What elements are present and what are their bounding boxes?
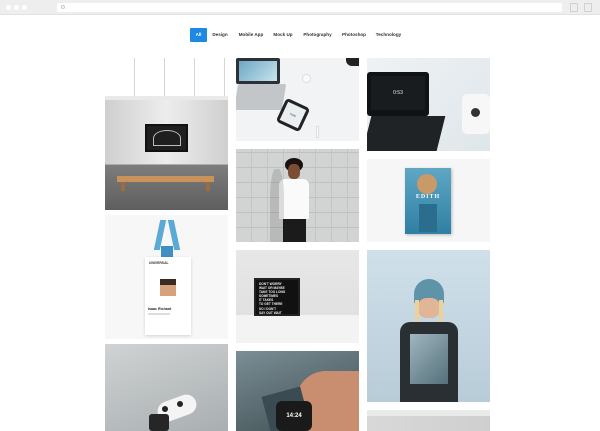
controller-stick-right <box>177 401 183 407</box>
filter-technology[interactable]: Technology <box>373 28 404 42</box>
window-close-dot[interactable] <box>6 5 11 10</box>
man-face <box>288 164 300 179</box>
tabs-icon[interactable] <box>584 3 592 12</box>
gallery-tile-partial[interactable] <box>367 410 490 431</box>
window-maximize-dot[interactable] <box>22 5 27 10</box>
window-minimize-dot[interactable] <box>14 5 19 10</box>
speaker-puck <box>302 74 311 83</box>
ceiling-lights <box>105 58 228 96</box>
filter-design[interactable]: Design <box>210 28 230 42</box>
gallery-tile-man-white-tee[interactable] <box>236 149 359 242</box>
pen <box>316 126 319 138</box>
wooden-bench <box>117 176 214 182</box>
gallery-tile-smartwatch[interactable]: 14:24 <box>236 351 359 431</box>
corner-device <box>346 58 359 66</box>
bench-leg-right <box>206 182 210 191</box>
woman-tshirt <box>400 322 458 402</box>
filter-photoshop[interactable]: Photoshop <box>339 28 369 42</box>
badge-company-name: UNIVERSAL <box>149 261 169 265</box>
gallery-tile-laptop-phone[interactable]: Hello <box>236 58 359 141</box>
speaker-button <box>471 108 480 117</box>
lanyard-clip <box>161 246 173 257</box>
controller-base <box>149 414 169 431</box>
filter-mobile-app[interactable]: Mobile App <box>236 28 266 42</box>
lightbox-line: SAY OUT WAIT <box>259 310 282 315</box>
gallery-tile-woman-beanie[interactable] <box>367 250 490 402</box>
address-bar[interactable] <box>57 3 562 12</box>
badge-photo <box>160 279 176 296</box>
gallery-tile-magazine[interactable]: EDITH <box>367 159 490 242</box>
framed-artwork <box>145 124 188 152</box>
gallery-tile-lightbox-sign[interactable]: DON'T WORRY WAIT OR MAYBE TAKE TOO LONG SOM… <box>236 250 359 343</box>
man-shadow <box>270 169 284 242</box>
badge-person-name: Isaac Richard <box>148 307 172 311</box>
white-speaker <box>462 94 490 134</box>
tshirt-print <box>410 334 448 384</box>
gallery-tile-laptop-speaker[interactable]: 0:53 <box>367 58 490 151</box>
partial-content <box>367 416 490 431</box>
lightbox-frame: DON'T WORRY WAIT OR MAYBE TAKE TOO LONG SOM… <box>254 278 300 316</box>
laptop-lid: 0:53 <box>367 72 429 116</box>
laptop-keyboard-dark <box>367 116 446 151</box>
man-pants <box>283 219 306 242</box>
magazine-title: EDITH <box>415 194 441 200</box>
controller-stick-left <box>162 406 168 412</box>
share-icon[interactable] <box>570 3 578 12</box>
gallery-tile-id-badge[interactable]: UNIVERSAL Isaac Richard <box>105 215 228 339</box>
bench-leg-left <box>121 182 125 191</box>
gallery-tile-game-controller[interactable] <box>105 344 228 431</box>
laptop-keyboard <box>236 84 287 110</box>
cover-portrait-hair <box>417 174 437 194</box>
lightbox-text: DON'T WORRY WAIT OR MAYBE TAKE TOO LONG SOM… <box>259 282 295 315</box>
filter-all[interactable]: All <box>190 28 207 42</box>
laptop-clock: 0:53 <box>371 76 425 110</box>
id-badge-card: UNIVERSAL Isaac Richard <box>145 257 191 335</box>
watch-face: 14:24 <box>276 401 312 431</box>
cover-figure <box>419 204 437 232</box>
filter-mock-up[interactable]: Mock Up <box>271 28 295 42</box>
browser-window: All Design Mobile App Mock Up Photograph… <box>0 0 600 431</box>
phone-screen: Hello <box>279 101 307 129</box>
gallery-tile-gallery-room[interactable] <box>105 58 228 210</box>
laptop-display <box>239 61 277 81</box>
portfolio-filter-bar: All Design Mobile App Mock Up Photograph… <box>0 28 600 42</box>
artwork-arch <box>153 130 181 146</box>
laptop-screen <box>236 58 280 84</box>
badge-subline <box>148 313 170 315</box>
magazine-cover: EDITH <box>405 168 451 234</box>
filter-photography[interactable]: Photography <box>300 28 335 42</box>
browser-toolbar <box>0 0 600 15</box>
search-icon <box>61 5 65 9</box>
